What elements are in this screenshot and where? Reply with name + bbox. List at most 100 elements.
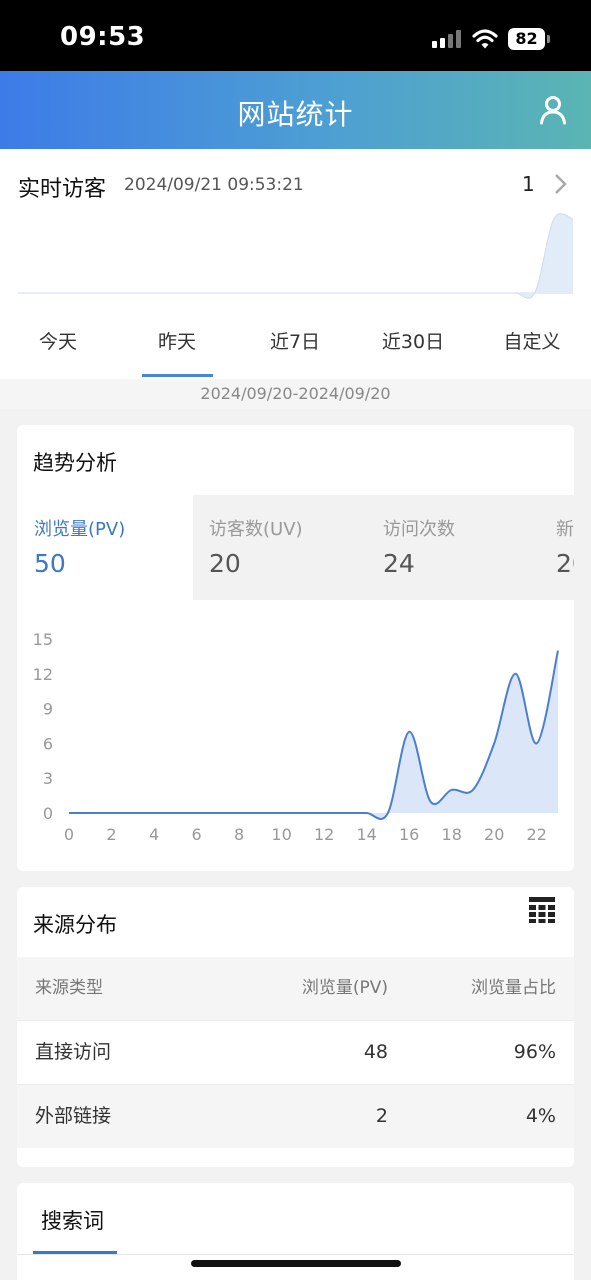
data-point (195, 811, 199, 815)
status-time: 09:53 (60, 22, 146, 52)
metric-value: 20 (556, 549, 574, 578)
data-point (471, 788, 475, 792)
x-tick-label: 8 (234, 825, 244, 844)
app-header: 网站统计 (0, 71, 591, 149)
data-point (386, 811, 390, 815)
data-point (365, 811, 369, 815)
tab-custom[interactable]: 自定义 (482, 327, 582, 354)
y-tick-label: 0 (43, 804, 53, 823)
y-tick-label: 9 (43, 700, 53, 719)
data-point (280, 811, 284, 815)
date-range: 2024/09/20-2024/09/20 (0, 379, 591, 409)
header-source-type: 来源类型 (35, 978, 103, 998)
y-tick-label: 3 (43, 769, 53, 788)
metric-value: 20 (209, 549, 241, 578)
data-point (258, 811, 262, 815)
signal-icon (432, 30, 461, 48)
x-tick-label: 4 (149, 825, 159, 844)
home-indicator[interactable] (191, 1260, 401, 1267)
metric-uv[interactable]: 访客数(UV) 20 (192, 495, 368, 600)
metric-label: 浏览量(PV) (34, 519, 126, 540)
battery-level: 82 (508, 28, 545, 50)
realtime-title: 实时访客 (18, 177, 107, 202)
metric-value: 50 (34, 549, 66, 578)
active-tab-indicator (142, 374, 213, 377)
source-type-cell: 外部链接 (35, 1105, 112, 1127)
realtime-timestamp: 2024/09/21 09:53:21 (124, 175, 304, 195)
data-point (428, 799, 432, 803)
metric-label: 新 (556, 519, 574, 540)
header-pv-share[interactable]: 浏览量占比 (471, 957, 556, 1020)
data-point (173, 811, 177, 815)
table-row: 外部链接 2 4% (17, 1084, 574, 1148)
x-tick-label: 22 (527, 825, 547, 844)
realtime-visitors-card[interactable]: 实时访客 2024/09/21 09:53:21 1 (0, 149, 591, 303)
tab-today[interactable]: 今天 (8, 327, 108, 354)
data-point (535, 741, 539, 745)
y-tick-label: 6 (43, 734, 53, 753)
data-point (450, 788, 454, 792)
x-tick-label: 18 (442, 825, 462, 844)
status-bar: 09:53 82 (0, 0, 591, 71)
x-tick-label: 6 (191, 825, 201, 844)
source-title: 来源分布 (33, 913, 117, 937)
tab-last-7-days[interactable]: 近7日 (245, 327, 345, 354)
realtime-count: 1 (522, 172, 535, 196)
x-tick-label: 2 (106, 825, 116, 844)
source-type-cell: 直接访问 (35, 1041, 112, 1063)
pv-cell: 48 (363, 1041, 388, 1063)
x-tick-label: 20 (484, 825, 504, 844)
table-row: 直接访问 48 96% (17, 1020, 574, 1084)
battery-tip (547, 35, 550, 43)
realtime-sparkline (18, 213, 574, 299)
data-point (513, 672, 517, 676)
trend-chart: 0 3 6 9 12 15 0 2 4 6 8 10 12 14 16 18 20 22 (33, 630, 559, 844)
battery-indicator: 82 (508, 28, 550, 50)
metric-label: 访问次数 (383, 519, 455, 540)
pv-cell: 2 (375, 1105, 388, 1127)
data-point (343, 811, 347, 815)
page-title: 网站统计 (237, 98, 354, 131)
metric-new-visitors[interactable]: 新 20 (539, 495, 574, 600)
data-point (88, 811, 92, 815)
source-distribution-card: 来源分布 来源类型 浏览量(PV) 浏览量占比 直接访问 48 96% 外部链接… (17, 887, 574, 1167)
x-tick-label: 16 (399, 825, 419, 844)
trend-analysis-card: 趋势分析 浏览量(PV) 50 访客数(UV) 20 访问次数 24 新 20 … (17, 425, 574, 871)
data-point (110, 811, 114, 815)
data-point (216, 811, 220, 815)
user-icon[interactable] (538, 95, 568, 125)
table-icon[interactable] (528, 896, 556, 924)
metric-visits[interactable]: 访问次数 24 (366, 495, 542, 600)
divider (17, 1254, 574, 1255)
sparkline-line (18, 213, 574, 299)
table-header: 来源类型 浏览量(PV) 浏览量占比 (17, 957, 574, 1020)
data-point (67, 811, 71, 815)
trend-title: 趋势分析 (33, 451, 117, 475)
header-pv[interactable]: 浏览量(PV) (302, 957, 388, 1020)
wifi-icon (472, 29, 498, 49)
y-tick-label: 15 (33, 630, 53, 649)
y-tick-label: 12 (33, 665, 53, 684)
x-tick-label: 14 (356, 825, 376, 844)
series-area (69, 650, 558, 819)
tab-last-30-days[interactable]: 近30日 (363, 327, 463, 354)
sparkline-area (18, 213, 573, 299)
tab-search-terms[interactable]: 搜索词 (41, 1205, 104, 1235)
data-point (131, 811, 135, 815)
data-point (301, 811, 305, 815)
pv-share-cell: 96% (513, 1041, 556, 1063)
chevron-right-icon[interactable] (553, 173, 569, 195)
x-tick-label: 12 (314, 825, 334, 844)
x-tick-label: 0 (64, 825, 74, 844)
data-point (407, 730, 411, 734)
data-point (492, 741, 496, 745)
pv-share-cell: 4% (525, 1105, 556, 1127)
metric-pv[interactable]: 浏览量(PV) 50 (17, 495, 193, 600)
data-point (237, 811, 241, 815)
metric-tabs: 浏览量(PV) 50 访客数(UV) 20 访问次数 24 新 20 (17, 495, 574, 600)
tab-yesterday[interactable]: 昨天 (127, 327, 227, 354)
x-tick-label: 10 (271, 825, 291, 844)
metric-label: 访客数(UV) (209, 519, 303, 540)
data-point (322, 811, 326, 815)
metric-value: 24 (383, 549, 415, 578)
